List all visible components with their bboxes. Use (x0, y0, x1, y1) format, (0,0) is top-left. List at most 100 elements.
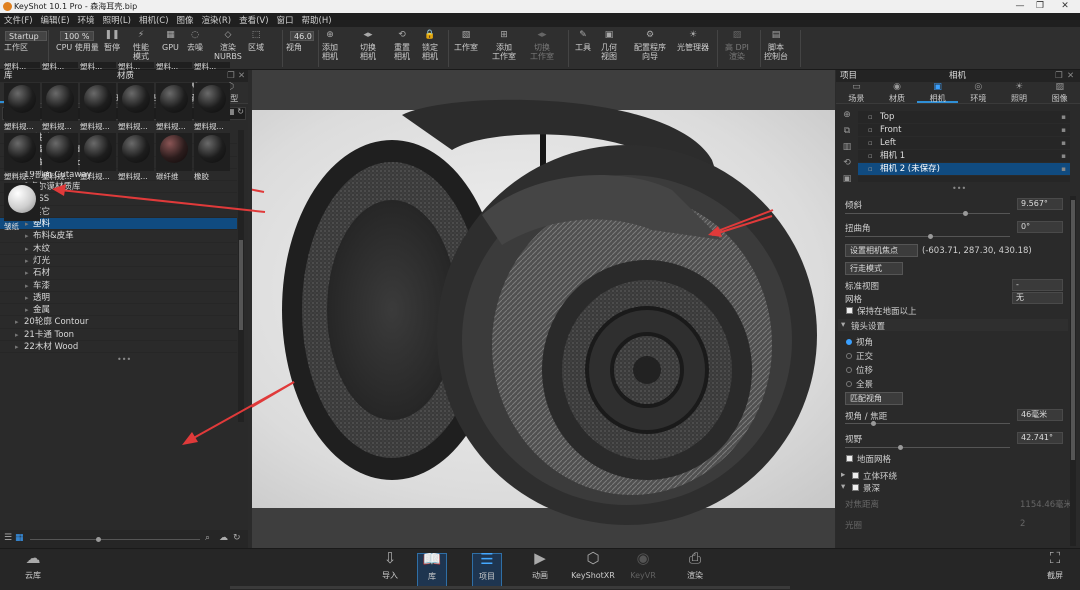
library-tree-item[interactable]: ▸ 透明 (0, 292, 237, 305)
toolbar-workspace-button[interactable]: ▭工作区 (4, 31, 28, 52)
headphone-render[interactable] (252, 70, 835, 548)
toolbar-lock-camera-button[interactable]: 🔒 锁定 相机 (422, 31, 438, 62)
lock-icon[interactable]: ▪ (1061, 150, 1066, 163)
toolbar-config-wizard-button[interactable]: ⚙ 配置程序 向导 (634, 31, 666, 62)
library-tree-item[interactable]: ▸ 木纹 (0, 243, 237, 255)
library-tree-item[interactable]: ▸ 石材 (0, 267, 237, 280)
material-thumbnail[interactable]: 塑料规... (194, 83, 230, 131)
toolbar-add-camera-button[interactable]: ⊕ 添加 相机 (322, 31, 338, 62)
toolbar-view-angle-button[interactable]: ◠视角 (286, 31, 302, 52)
bottom-library-button[interactable]: 📖 库 (417, 552, 447, 587)
library-tree-item[interactable]: ▸ 21卡通 Toon (0, 329, 237, 342)
tree-expand-icon[interactable]: ▸ (25, 255, 29, 267)
keep-above-ground-checkbox[interactable] (846, 307, 853, 314)
incline-field[interactable]: 9.567° (1017, 198, 1063, 210)
toolbar-reset-camera-button[interactable]: ⟲ 重置 相机 (394, 31, 410, 62)
material-thumbnail[interactable]: 塑料规... (118, 83, 154, 131)
tree-expand-icon[interactable]: ▸ (15, 329, 19, 341)
library-tree-item[interactable]: ▸ 车漆 (0, 280, 237, 292)
focal-slider[interactable] (845, 423, 1010, 424)
material-thumbnail[interactable]: 橡胶 (194, 133, 230, 181)
tree-expand-icon[interactable]: ▸ (25, 292, 29, 304)
library-tree-item[interactable]: ▸ 灯光 (0, 255, 237, 268)
incline-slider[interactable] (845, 213, 1010, 214)
material-thumbnail[interactable]: 塑料规... (4, 133, 40, 181)
project-tab[interactable]: ▣ 相机 (917, 82, 959, 103)
set-camera-focus-button[interactable]: 设置相机焦点 (845, 244, 918, 257)
camera-list-item[interactable]: ▫ Top ▪ (858, 111, 1070, 124)
tree-expand-icon[interactable]: ▸ (15, 316, 19, 328)
tree-expand-icon[interactable]: ▸ (15, 341, 19, 353)
zoom-icon[interactable]: ⌕ (205, 533, 210, 543)
material-thumbnail[interactable]: 塑料规... (42, 83, 78, 131)
close-button[interactable]: ✕ (1045, 0, 1080, 13)
bottom-import-button[interactable]: ⇩ 导入 (375, 551, 405, 587)
menu-item[interactable]: 照明(L) (99, 14, 135, 26)
material-thumbnail[interactable]: 塑料规... (4, 83, 40, 131)
grid-select[interactable]: 无 (1012, 292, 1063, 304)
tree-expand-icon[interactable]: ▸ (25, 280, 29, 292)
project-tab[interactable]: ◉ 材质 (877, 82, 918, 104)
menu-item[interactable]: 环境 (74, 14, 99, 26)
lens-option-radio[interactable] (846, 381, 852, 387)
menu-item[interactable]: 图像 (173, 14, 198, 26)
toolbar-region-button[interactable]: ⬚ 区域 (248, 31, 264, 53)
splitter-handle[interactable]: ••• (117, 355, 131, 364)
toolbar-script-console-button[interactable]: ▤ 脚本 控制台 (764, 31, 788, 62)
menu-item[interactable]: 相机(C) (135, 14, 173, 26)
project-tab[interactable]: ☀ 照明 (999, 82, 1040, 104)
walk-mode-button[interactable]: 行走模式 (845, 262, 903, 275)
refresh-icon[interactable]: ↻ (233, 533, 241, 543)
material-thumbnail[interactable]: 塑料... (80, 62, 116, 71)
project-tab[interactable]: ◎ 环境 (958, 82, 999, 104)
stereo-expand-icon[interactable]: ▸ (841, 470, 845, 480)
toolbar-switch-camera-button[interactable]: ◂▸ 切换 相机 (360, 31, 376, 62)
incline-knob[interactable] (963, 211, 968, 216)
fov-field-panel[interactable]: 42.741° (1017, 432, 1063, 444)
camera-list-item[interactable]: ▫ 相机 1 ▪ (858, 150, 1070, 163)
material-thumbnail[interactable]: 塑料规... (156, 83, 192, 131)
bottom-cloud-library-button[interactable]: ☁ 云库 (18, 551, 48, 587)
tree-scrollbar[interactable] (238, 130, 244, 422)
toolbar-light-manager-button[interactable]: ☀ 光管理器 (677, 31, 709, 53)
toolbar-switch-studio-button[interactable]: ◂▸ 切换 工作室 (530, 31, 554, 62)
project-scrollbar[interactable] (1070, 196, 1076, 546)
toolbar-denoise-button[interactable]: ◌ 去噪 (187, 31, 203, 53)
material-thumbnail[interactable]: 塑料... (194, 62, 230, 71)
material-thumbnail[interactable]: 皱纸 (4, 183, 40, 231)
camera-save-icon[interactable]: ▣ (838, 174, 856, 190)
material-thumbnail[interactable]: 塑料... (118, 62, 154, 71)
material-thumbnail[interactable]: 塑料规... (42, 133, 78, 181)
panel-close-icon[interactable]: ✕ (238, 70, 245, 82)
menu-item[interactable]: 渲染(R) (198, 14, 236, 26)
splitter-handle[interactable]: ••• (952, 184, 966, 193)
camera-list-item[interactable]: ▫ Left ▪ (858, 137, 1070, 150)
tree-expand-icon[interactable]: ▸ (25, 243, 29, 255)
material-thumbnail[interactable]: 塑料... (156, 62, 192, 71)
tree-expand-icon[interactable]: ▸ (25, 230, 29, 242)
list-view-icon[interactable]: ☰ (4, 533, 12, 543)
menu-item[interactable]: 帮助(H) (298, 14, 336, 26)
match-view-button[interactable]: 匹配视角 (845, 392, 903, 405)
float-icon[interactable]: ❐ (1055, 70, 1063, 82)
twist-knob[interactable] (928, 234, 933, 239)
dof-checkbox[interactable] (852, 484, 859, 491)
material-thumbnail[interactable]: 塑料规... (80, 83, 116, 131)
camera-reset-icon[interactable]: ⟲ (838, 158, 856, 174)
toolbar-tools-button[interactable]: ✎ 工具 (575, 31, 591, 53)
focal-field[interactable]: 46毫米 (1017, 409, 1063, 421)
lens-option-radio[interactable] (846, 367, 852, 373)
material-thumbnail[interactable]: 塑料... (42, 62, 78, 71)
tree-expand-icon[interactable]: ▸ (25, 267, 29, 279)
menu-item[interactable]: 文件(F) (0, 14, 37, 26)
panel-close-icon[interactable]: ✕ (1067, 70, 1074, 82)
bottom-keyshotxr-button[interactable]: ⬡ KeyShotXR (569, 551, 617, 587)
toolbar-cpu-button[interactable]: ▤CPU 使用量 (56, 31, 99, 52)
library-tree-item[interactable]: ▸ 布料&皮革 (0, 230, 237, 243)
bottom-animation-button[interactable]: ▶ 动画 (525, 551, 555, 587)
focal-knob[interactable] (871, 421, 876, 426)
material-thumbnail[interactable]: 塑料... (4, 62, 40, 71)
library-tree-item[interactable]: ▸ 金属 (0, 304, 237, 317)
lens-option-radio[interactable] (846, 353, 852, 359)
toolbar-studio-button[interactable]: ▧ 工作室 (454, 31, 478, 53)
